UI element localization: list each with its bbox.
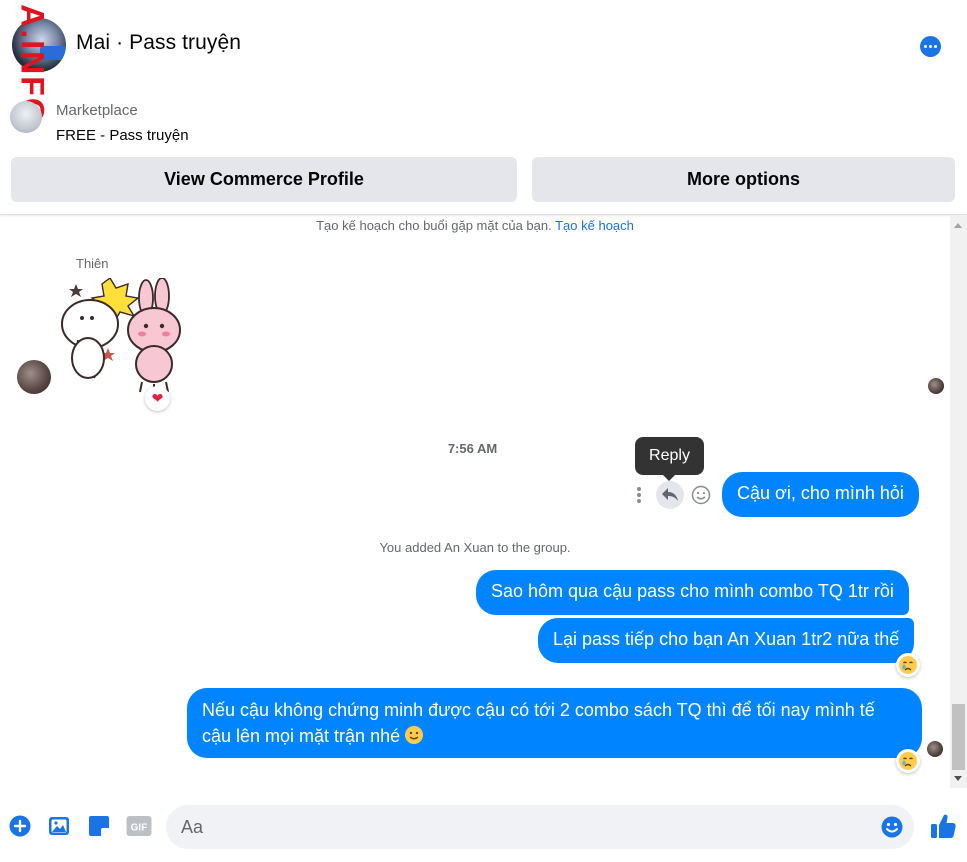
read-receipt-avatar bbox=[927, 741, 943, 757]
gif-label: GIF bbox=[131, 823, 148, 834]
message-list[interactable]: Tạo kế hoạch cho buổi gặp mặt của bạn. T… bbox=[0, 216, 950, 788]
sticker-icon[interactable] bbox=[88, 815, 110, 837]
crying-reaction-icon[interactable] bbox=[896, 749, 920, 773]
marketplace-label: Marketplace bbox=[56, 102, 138, 119]
smiley-emoji-icon bbox=[405, 726, 424, 744]
message-scrollbar[interactable] bbox=[950, 216, 967, 788]
conversation-title[interactable]: Mai · Pass truyện bbox=[76, 31, 241, 55]
more-actions-icon[interactable] bbox=[634, 487, 644, 503]
message-hover-actions bbox=[634, 479, 712, 511]
emoji-icon[interactable] bbox=[881, 816, 903, 838]
sender-name: Thiên bbox=[76, 256, 109, 271]
message-bubble-4-text: Nếu cậu không chứng minh được cậu có tới… bbox=[202, 700, 875, 746]
plan-meetup-link[interactable]: Tạo kế hoạch bbox=[555, 218, 634, 233]
message-composer: GIF bbox=[0, 795, 967, 862]
heart-reaction-badge[interactable]: ❤ bbox=[145, 386, 170, 411]
reply-arrow-icon[interactable] bbox=[656, 481, 684, 509]
more-options-button[interactable]: More options bbox=[532, 157, 955, 202]
message-bubble-3[interactable]: Lại pass tiếp cho bạn An Xuan 1tr2 nữa t… bbox=[538, 618, 915, 663]
read-receipt-avatar bbox=[928, 378, 944, 394]
marketplace-item-title[interactable]: FREE - Pass truyện bbox=[56, 127, 189, 144]
bunny-sticker-image[interactable] bbox=[58, 278, 183, 398]
message-bubble-2[interactable]: Sao hôm qua cậu pass cho mình combo TQ 1… bbox=[476, 570, 909, 615]
system-added-notice: You added An Xuan to the group. bbox=[379, 540, 571, 555]
message-bubble-4[interactable]: Nếu cậu không chứng minh được cậu có tới… bbox=[187, 688, 922, 758]
message-bubble-1[interactable]: Cậu ơi, cho mình hỏi bbox=[722, 472, 919, 517]
message-input[interactable] bbox=[166, 805, 846, 849]
thien-avatar[interactable] bbox=[17, 360, 51, 394]
scroll-up-arrow[interactable] bbox=[954, 223, 962, 228]
smiley-icon[interactable] bbox=[690, 484, 712, 506]
thumbs-up-icon[interactable] bbox=[929, 812, 957, 840]
gif-icon[interactable]: GIF bbox=[126, 815, 152, 837]
scroll-down-arrow[interactable] bbox=[954, 776, 962, 781]
more-options-icon[interactable] bbox=[920, 36, 941, 57]
photo-icon[interactable] bbox=[48, 815, 70, 837]
message-input-wrapper bbox=[166, 805, 914, 849]
reply-tooltip: Reply bbox=[635, 437, 704, 481]
plan-meetup-notice: Tạo kế hoạch cho buổi gặp mặt của bạn. T… bbox=[0, 218, 950, 233]
message-timestamp: 7:56 AM bbox=[447, 441, 498, 456]
plus-circle-icon[interactable] bbox=[9, 815, 31, 837]
scroll-thumb[interactable] bbox=[952, 704, 965, 770]
crying-reaction-icon[interactable] bbox=[896, 653, 920, 677]
plan-meetup-text: Tạo kế hoạch cho buổi gặp mặt của bạn. bbox=[316, 218, 552, 233]
conversation-header: A.INFO Mai · Pass truyện Marketplace FRE… bbox=[0, 0, 967, 215]
marketplace-item-thumbnail[interactable] bbox=[10, 101, 42, 133]
view-commerce-profile-button[interactable]: View Commerce Profile bbox=[11, 157, 517, 202]
messenger-window: A.INFO Mai · Pass truyện Marketplace FRE… bbox=[0, 0, 967, 862]
